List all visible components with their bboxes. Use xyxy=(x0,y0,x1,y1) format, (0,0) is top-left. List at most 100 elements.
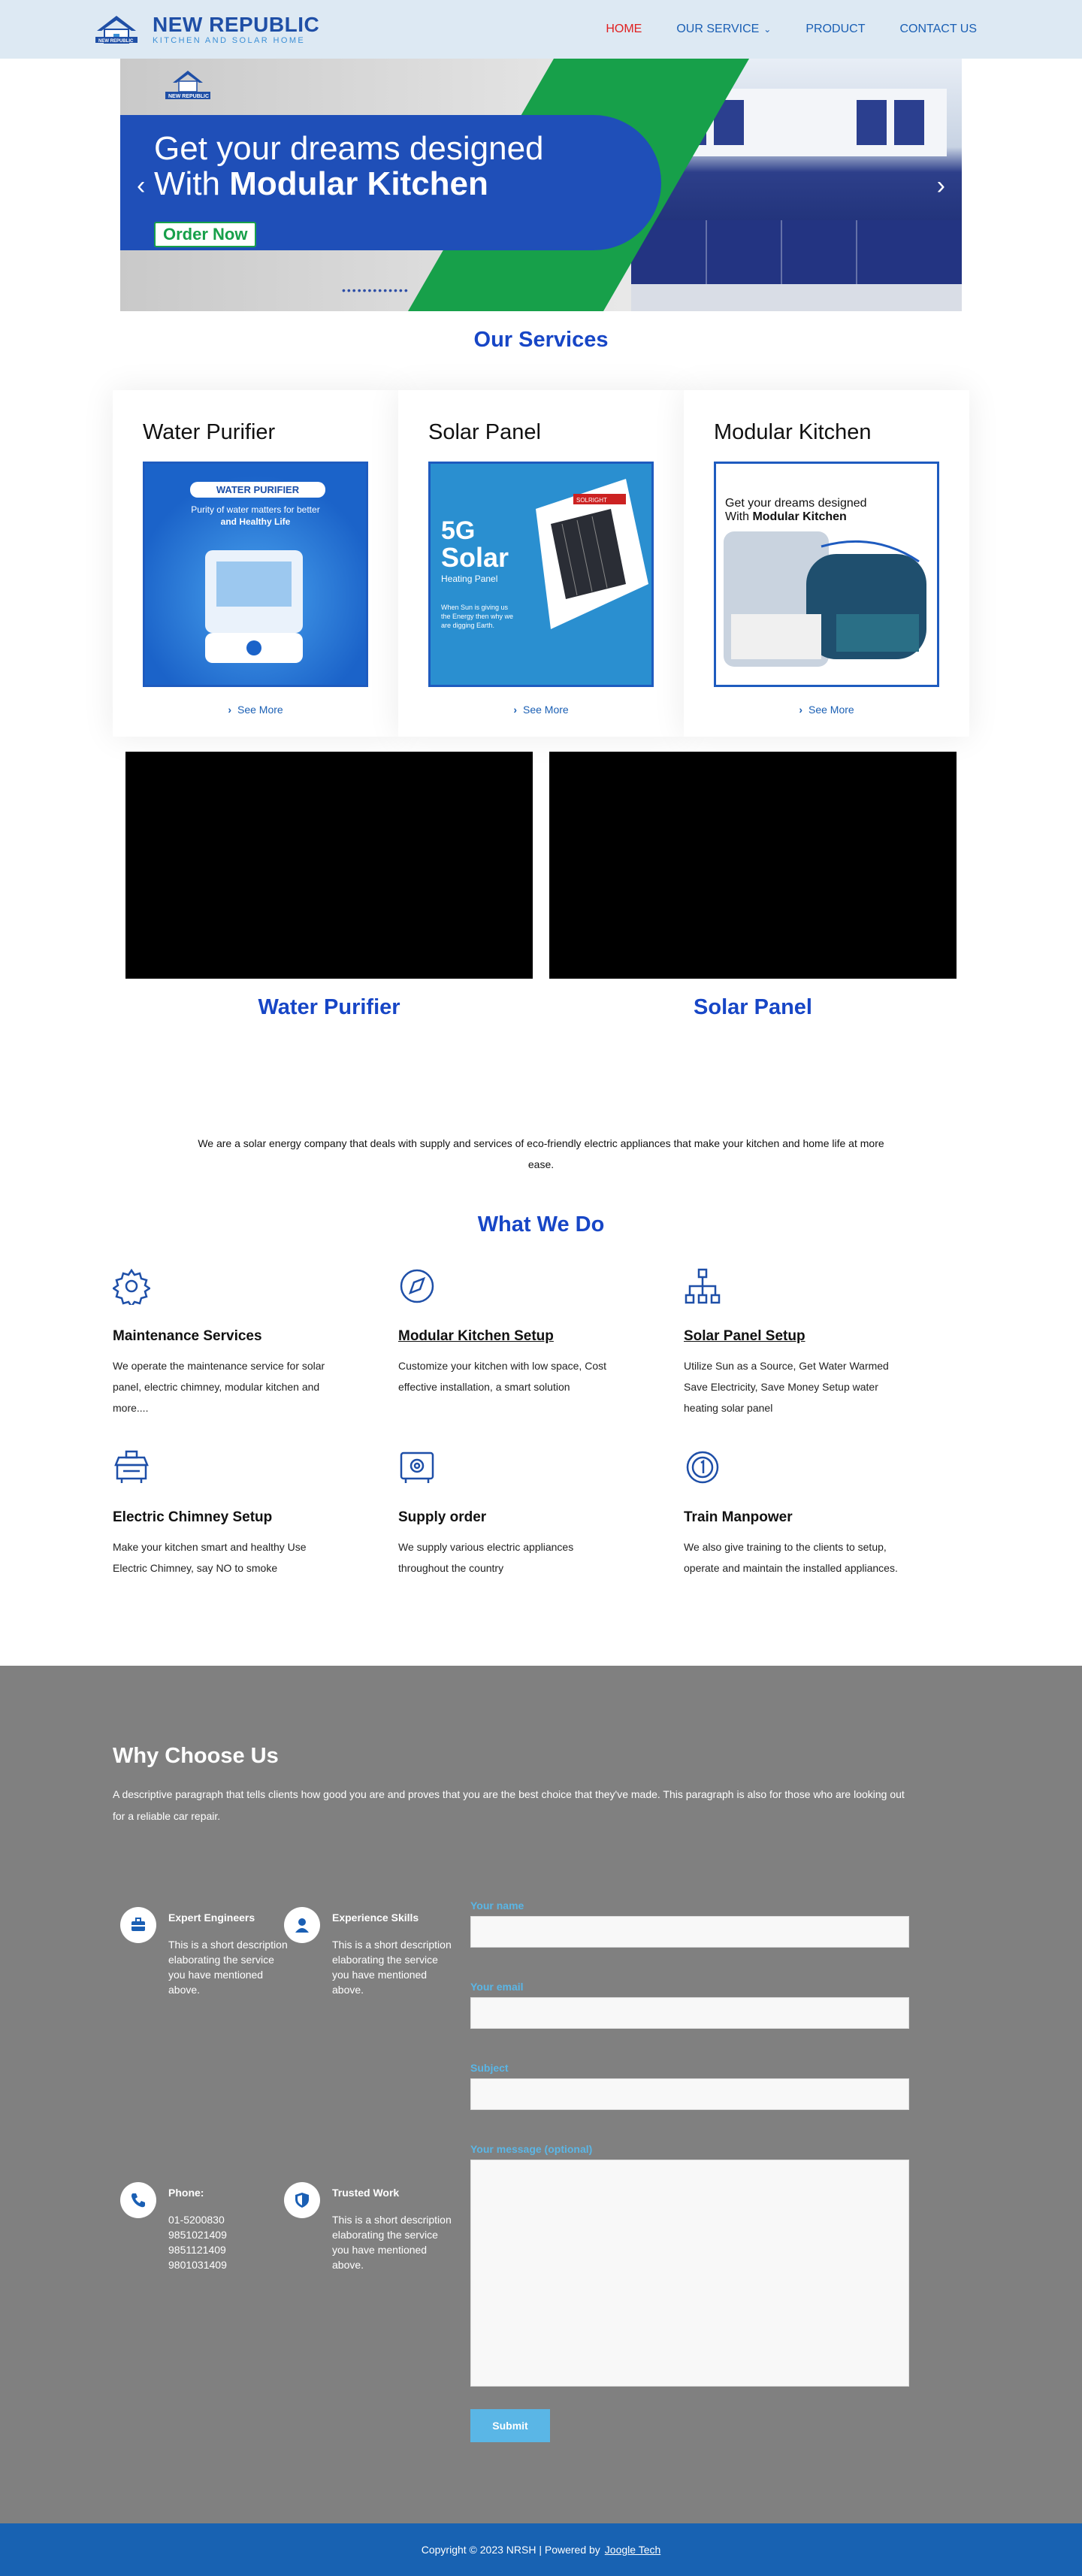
see-more-link[interactable]: › See More xyxy=(714,704,939,716)
banner-headline-2: With Modular Kitchen xyxy=(154,165,488,202)
video-row xyxy=(125,752,957,979)
wwd-title: Supply order xyxy=(398,1509,487,1525)
wwd-solar-panel: Solar Panel Setup Utilize Sun as a Sourc… xyxy=(684,1267,969,1418)
message-label: Your message (optional) xyxy=(470,2143,593,2155)
nav-product-label: PRODUCT xyxy=(805,23,866,35)
image-caption-2: With Modular Kitchen xyxy=(725,510,847,523)
briefcase-icon xyxy=(120,1907,156,1943)
carousel-dots[interactable]: ••••••••••••• xyxy=(342,284,410,296)
wwd-title[interactable]: Solar Panel Setup xyxy=(684,1328,969,1345)
service-card-water-purifier: Water Purifier WATER PURIFIER Purity of … xyxy=(113,390,398,737)
wwd-text: Customize your kitchen with low space, C… xyxy=(398,1360,606,1393)
nav-home[interactable]: HOME xyxy=(606,23,642,36)
service-card-solar-panel: Solar Panel 5G Solar Heating Panel When … xyxy=(398,390,684,737)
banner-headline-1: Get your dreams designed xyxy=(154,130,544,167)
why-choose-us-section: Why Choose Us A descriptive paragraph th… xyxy=(0,1666,1082,2523)
video-label-water-purifier: Water Purifier xyxy=(258,995,400,1019)
brand-subtitle: KITCHEN AND SOLAR HOME xyxy=(153,36,306,45)
banner-logo-icon: NEW REPUBLIC xyxy=(165,71,210,99)
video-labels: Water Purifier Solar Panel xyxy=(125,995,957,1020)
why-description: A descriptive paragraph that tells clien… xyxy=(113,1788,905,1822)
main-nav: HOME OUR SERVICE ⌄ PRODUCT CONTACT US xyxy=(606,23,977,36)
chevron-right-icon: › xyxy=(799,704,802,716)
feature-experience-skills: Experience Skills This is a short descrip… xyxy=(277,1907,452,2167)
see-more-link[interactable]: › See More xyxy=(143,704,368,716)
nav-home-label: HOME xyxy=(606,23,642,35)
why-title: Why Choose Us xyxy=(113,1744,279,1768)
wwd-title[interactable]: Modular Kitchen Setup xyxy=(398,1328,684,1345)
image-big-text-2: Solar xyxy=(441,542,509,573)
feature-text: This is a short description elaborating … xyxy=(168,1939,288,1996)
svg-text:NEW REPUBLIC: NEW REPUBLIC xyxy=(168,94,209,99)
message-textarea[interactable] xyxy=(470,2160,909,2387)
wwd-text: Utilize Sun as a Source, Get Water Warme… xyxy=(684,1360,889,1414)
nav-product[interactable]: PRODUCT xyxy=(805,23,865,36)
feature-title: Experience Skills xyxy=(332,1912,419,1924)
phone-icon xyxy=(120,2182,156,2218)
water-purifier-video[interactable] xyxy=(125,752,533,979)
site-header: NEW REPUBLIC NEW REPUBLIC KITCHEN AND SO… xyxy=(0,0,1082,59)
wwd-train-manpower: Train Manpower We also give training to … xyxy=(684,1448,969,1579)
solar-heater-illustration: SOLRIGHT xyxy=(536,479,648,629)
hero-banner: NEW REPUBLIC Get your dreams designed Wi… xyxy=(120,59,962,311)
house-logo-icon: NEW REPUBLIC xyxy=(95,16,138,44)
coin-icon xyxy=(686,1451,719,1484)
svg-text:NEW REPUBLIC: NEW REPUBLIC xyxy=(98,39,134,44)
image-note: When Sun is giving us the Energy then wh… xyxy=(441,604,514,629)
gear-icon xyxy=(111,1268,152,1309)
what-we-do-title: What We Do xyxy=(477,1212,605,1237)
solar-panel-image[interactable]: 5G Solar Heating Panel When Sun is givin… xyxy=(428,462,654,687)
wwd-text: We operate the maintenance service for s… xyxy=(113,1360,325,1414)
nav-contact-us[interactable]: CONTACT US xyxy=(899,23,977,36)
modular-kitchen-image[interactable]: Get your dreams designed With Modular Ki… xyxy=(714,462,939,687)
wwd-text: We supply various electric appliances th… xyxy=(398,1541,574,1574)
phone-numbers: 01-5200830 9851021409 9851121409 9801031… xyxy=(168,2214,227,2271)
image-caption-1: Get your dreams designed xyxy=(725,497,867,510)
feature-expert-engineers: Expert Engineers This is a short descript… xyxy=(113,1907,288,2167)
compass-icon xyxy=(400,1269,434,1303)
name-input[interactable] xyxy=(470,1916,909,1948)
wwd-text: Make your kitchen smart and healthy Use … xyxy=(113,1541,307,1574)
chevron-down-icon: ⌄ xyxy=(763,24,772,35)
kitchen-illustration xyxy=(724,531,926,667)
wwd-electric-chimney: Electric Chimney Setup Make your kitchen… xyxy=(113,1448,398,1579)
email-label: Your email xyxy=(470,1981,524,1993)
submit-button[interactable]: Submit xyxy=(470,2409,550,2442)
card-title: Modular Kitchen xyxy=(714,420,872,444)
user-icon xyxy=(284,1907,320,1943)
nav-our-service-label: OUR SERVICE xyxy=(676,23,760,35)
feature-title: Trusted Work xyxy=(332,2187,400,2199)
feature-title: Phone: xyxy=(168,2187,204,2199)
see-more-link[interactable]: › See More xyxy=(428,704,654,716)
site-footer: Copyright © 2023 NRSH | Powered by Joogl… xyxy=(0,2523,1082,2576)
chevron-left-icon[interactable]: ‹ xyxy=(137,171,145,201)
copyright-text: Copyright © 2023 NRSH | Powered by xyxy=(421,2544,600,2556)
card-title: Water Purifier xyxy=(143,420,276,444)
solar-panel-video[interactable] xyxy=(549,752,957,979)
image-caption-2: and Healthy Life xyxy=(220,516,291,527)
what-we-do-grid: Maintenance Services We operate the main… xyxy=(111,1267,969,1579)
card-title: Solar Panel xyxy=(428,420,541,444)
chimney-icon xyxy=(114,1450,149,1483)
about-text: We are a solar energy company that deals… xyxy=(198,1137,884,1170)
wwd-title: Maintenance Services xyxy=(113,1328,262,1344)
nav-contact-label: CONTACT US xyxy=(899,23,977,35)
email-input[interactable] xyxy=(470,1997,909,2029)
nav-our-service[interactable]: OUR SERVICE ⌄ xyxy=(676,23,771,36)
wwd-supply-order: Supply order We supply various electric … xyxy=(398,1448,684,1579)
service-card-modular-kitchen: Modular Kitchen Get your dreams designed… xyxy=(684,390,969,737)
shield-icon xyxy=(284,2182,320,2218)
water-purifier-image[interactable]: WATER PURIFIER Purity of water matters f… xyxy=(143,462,368,687)
brand-logo[interactable]: NEW REPUBLIC NEW REPUBLIC KITCHEN AND SO… xyxy=(94,11,319,47)
order-now-button[interactable]: Order Now xyxy=(154,222,257,247)
wwd-title: Electric Chimney Setup xyxy=(113,1509,273,1525)
name-label: Your name xyxy=(470,1899,524,1912)
wwd-maintenance: Maintenance Services We operate the main… xyxy=(111,1267,398,1418)
image-badge: WATER PURIFIER xyxy=(190,482,325,498)
chevron-right-icon[interactable]: › xyxy=(937,171,945,201)
feature-title: Expert Engineers xyxy=(168,1912,255,1924)
image-sub-text: Heating Panel xyxy=(441,574,498,584)
powered-by-link[interactable]: Joogle Tech xyxy=(605,2544,660,2556)
subject-input[interactable] xyxy=(470,2078,909,2110)
wwd-modular-kitchen: Modular Kitchen Setup Customize your kit… xyxy=(398,1267,684,1418)
